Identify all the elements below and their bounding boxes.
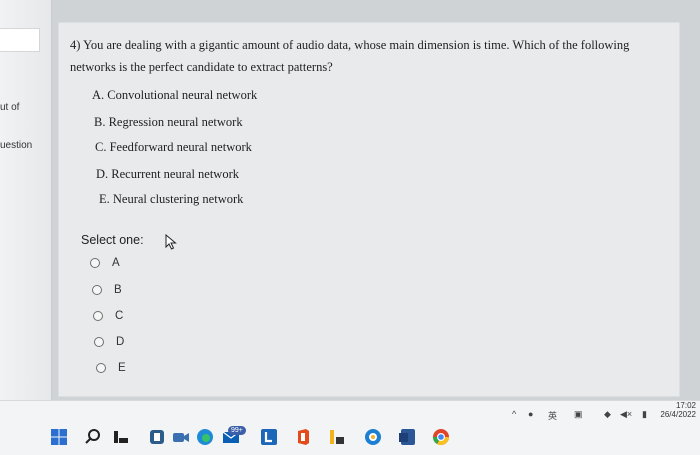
option-a-text: A. Convolutional neural network — [92, 88, 258, 102]
sidebar-label-question: uestion — [0, 140, 33, 151]
security-icon[interactable] — [364, 428, 382, 446]
tray-app-icon[interactable]: ● — [528, 409, 533, 423]
question-text: 4) You are dealing with a gigantic amoun… — [70, 38, 630, 74]
wifi-icon[interactable]: ◆ — [604, 409, 611, 423]
windows-start-icon[interactable] — [50, 428, 68, 446]
task-view-icon[interactable] — [112, 428, 130, 446]
radio-label: E — [118, 362, 126, 374]
radio-button[interactable] — [94, 337, 104, 347]
camera-icon[interactable] — [172, 428, 190, 446]
sidebar-panel — [0, 28, 40, 52]
radio-choice-a[interactable]: A — [90, 257, 120, 269]
radio-button[interactable] — [93, 311, 103, 321]
radio-choice-d[interactable]: D — [94, 336, 124, 348]
option-b-text: B. Regression neural network — [94, 115, 243, 129]
question-card: 4) You are dealing with a gigantic amoun… — [58, 22, 680, 397]
teams-icon[interactable] — [148, 428, 166, 446]
mouse-cursor-icon — [165, 234, 177, 250]
l-app-icon[interactable] — [260, 428, 278, 446]
chrome-icon[interactable] — [432, 428, 450, 446]
radio-choice-b[interactable]: B — [92, 284, 122, 296]
radio-label: D — [116, 336, 125, 348]
search-icon[interactable] — [84, 428, 102, 446]
folder-icon[interactable] — [328, 428, 346, 446]
select-one-label: Select one: — [81, 233, 144, 247]
sidebar-label-out-of: ut of — [0, 102, 20, 113]
radio-button[interactable] — [90, 258, 100, 268]
radio-label: A — [112, 257, 120, 269]
word-icon[interactable] — [398, 428, 416, 446]
clock-time: 17:02 — [675, 401, 696, 410]
radio-label: B — [114, 284, 122, 296]
windows-taskbar: 99+ ^ ● 英 ▣ ◆ ◀× ▮ 17:02 26/4/2022 — [0, 400, 700, 455]
radio-label: C — [115, 310, 124, 322]
input-method-icon[interactable]: 英 — [548, 409, 557, 423]
tray-chevron-icon[interactable]: ^ — [512, 409, 516, 423]
keyboard-icon[interactable]: ▣ — [574, 409, 583, 423]
radio-choice-c[interactable]: C — [93, 310, 123, 322]
clock[interactable]: 17:02 26/4/2022 — [660, 401, 696, 419]
quiz-sidebar: ut of uestion — [0, 0, 52, 400]
clock-date: 26/4/2022 — [660, 410, 696, 419]
option-d-text: D. Recurrent neural network — [96, 167, 239, 181]
radio-choice-e[interactable]: E — [96, 362, 126, 374]
radio-button[interactable] — [96, 363, 106, 373]
radio-button[interactable] — [92, 285, 102, 295]
office-icon[interactable] — [294, 428, 312, 446]
notification-badge: 99+ — [228, 426, 246, 435]
edge-icon[interactable] — [196, 428, 214, 446]
battery-icon[interactable]: ▮ — [642, 409, 647, 423]
volume-icon[interactable]: ◀× — [620, 409, 632, 423]
option-c-text: C. Feedforward neural network — [95, 140, 252, 154]
option-e-text: E. Neural clustering network — [99, 192, 244, 206]
